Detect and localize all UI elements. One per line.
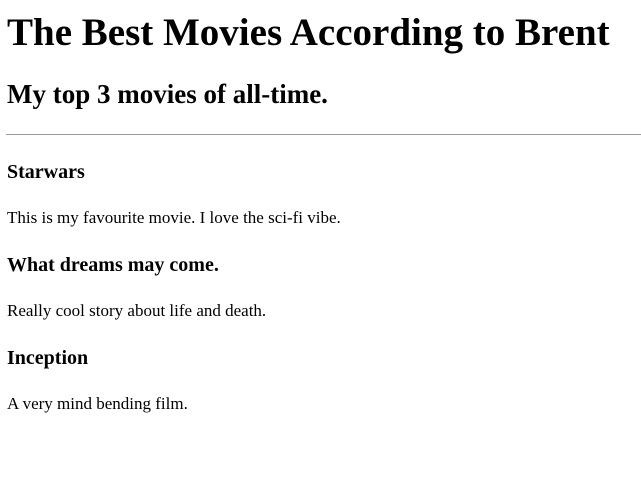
page: The Best Movies According to Brent My to… (0, 10, 641, 415)
movie-item-inception: Inception A very mind bending film. (7, 346, 641, 415)
movie-title: Inception (7, 347, 89, 369)
movie-item-what-dreams-may-come: What dreams may come. Really cool story … (7, 253, 641, 322)
movie-title: What dreams may come. (7, 254, 219, 276)
movie-description: Really cool story about life and death. (7, 301, 267, 320)
movie-title: Starwars (7, 161, 85, 183)
page-title: The Best Movies According to Brent (7, 11, 610, 54)
page-subtitle: My top 3 movies of all-time. (7, 79, 328, 109)
movie-item-starwars: Starwars This is my favourite movie. I l… (7, 160, 641, 229)
movie-description: A very mind bending film. (7, 394, 188, 413)
divider (6, 134, 641, 135)
movie-description: This is my favourite movie. I love the s… (7, 208, 341, 227)
